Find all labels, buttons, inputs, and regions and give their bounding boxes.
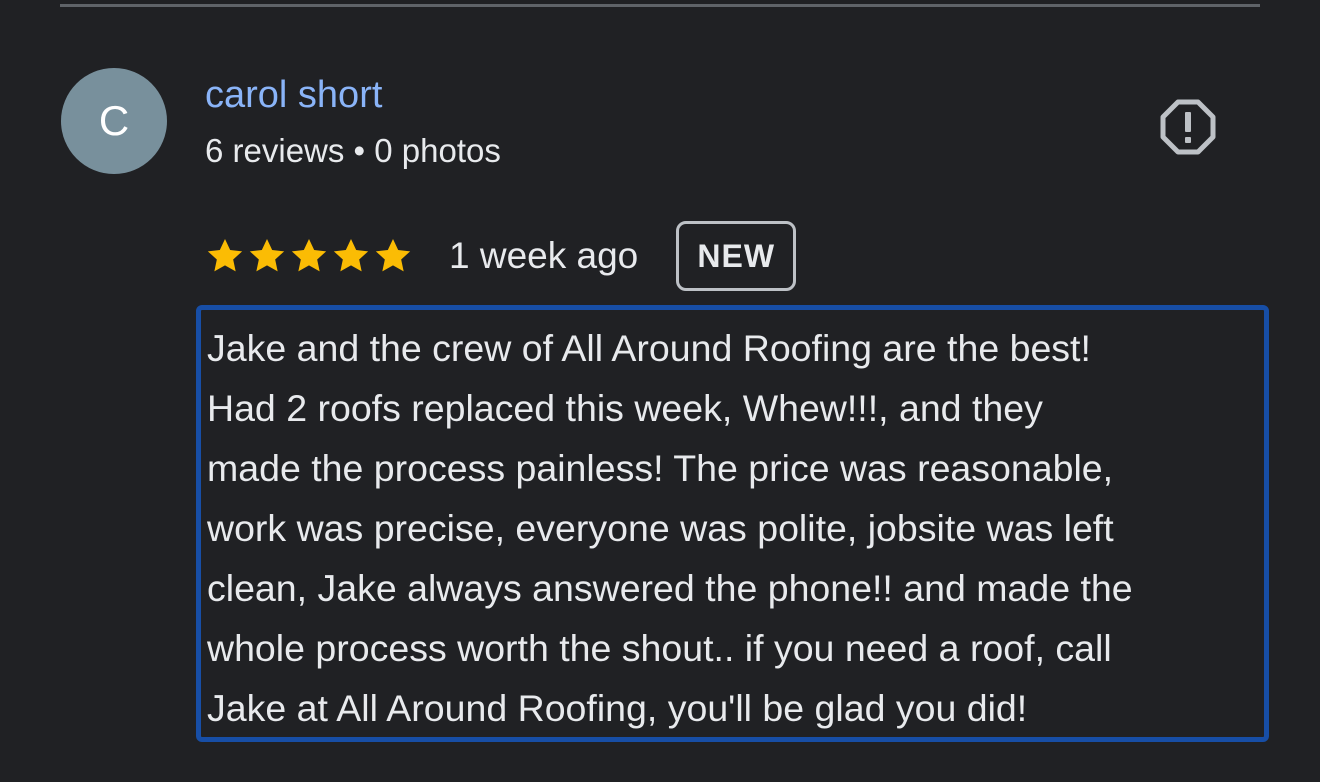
star-rating bbox=[205, 236, 413, 276]
reviewer-name-link[interactable]: carol short bbox=[205, 72, 382, 118]
avatar[interactable]: C bbox=[61, 68, 167, 174]
star-icon bbox=[249, 239, 285, 272]
star-icon bbox=[291, 239, 327, 272]
star-icon bbox=[375, 239, 411, 272]
new-badge: NEW bbox=[676, 221, 797, 291]
review-card: C carol short 6 reviews • 0 photos 1 wee… bbox=[0, 0, 1320, 782]
avatar-initial: C bbox=[98, 97, 130, 144]
divider bbox=[60, 4, 1260, 7]
rating-row: 1 week ago NEW bbox=[205, 218, 797, 294]
review-time: 1 week ago bbox=[449, 235, 639, 276]
reviewer-meta: 6 reviews • 0 photos bbox=[205, 132, 501, 169]
report-flag-icon bbox=[1160, 99, 1216, 155]
review-text-box[interactable]: Jake and the crew of All Around Roofing … bbox=[196, 305, 1269, 742]
report-button[interactable] bbox=[1160, 99, 1216, 155]
star-icon bbox=[207, 239, 243, 272]
review-text: Jake and the crew of All Around Roofing … bbox=[207, 327, 1133, 729]
star-icon bbox=[333, 239, 369, 272]
